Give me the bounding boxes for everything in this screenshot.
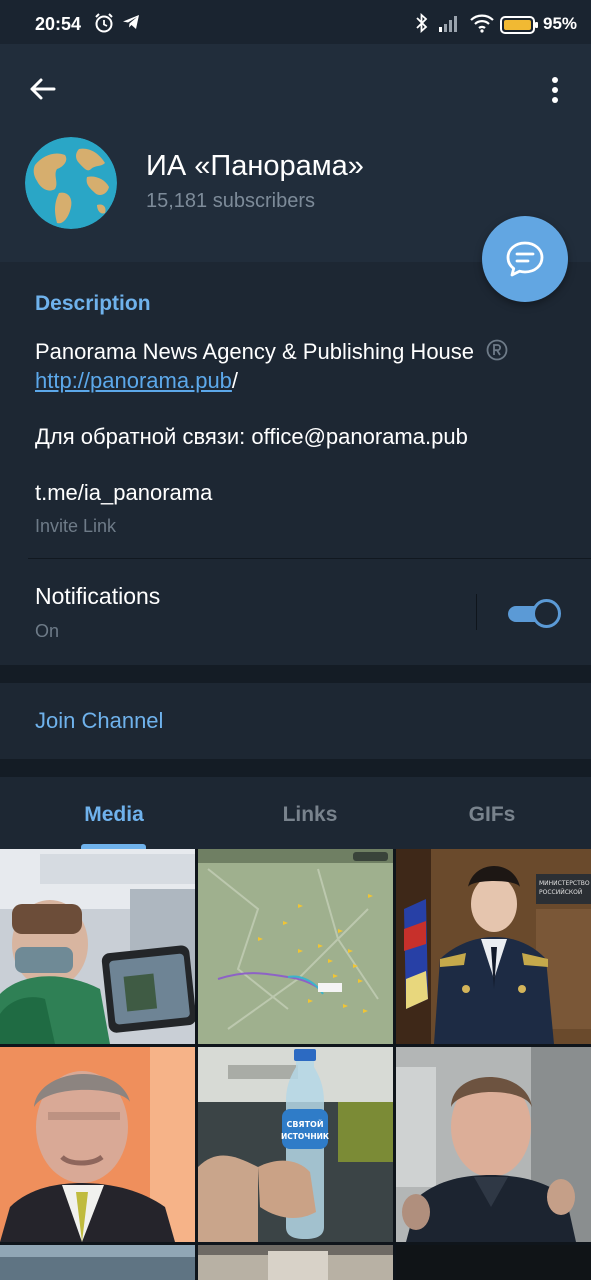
description-heading: Description <box>35 292 151 315</box>
media-thumbnail[interactable] <box>198 1245 393 1280</box>
description-link-line: http://panorama.pub/ <box>35 368 238 394</box>
notifications-status: On <box>35 621 60 641</box>
battery-icon <box>500 15 540 40</box>
ministry-sign-line1: МИНИСТЕРСТВО <box>539 880 590 887</box>
telegram-icon <box>121 12 141 37</box>
media-thumbnail[interactable] <box>0 1245 195 1280</box>
wifi-icon <box>469 12 495 39</box>
media-thumbnail[interactable] <box>0 849 195 1044</box>
photo-police-spokeswoman: МИНИСТЕРСТВО РОССИЙСКОЙ <box>396 849 591 1044</box>
shared-media-tabs: Media Links GIFs <box>0 777 591 849</box>
subscriber-count: 15,181 subscribers <box>146 190 315 212</box>
photo-partial-row-3 <box>396 1245 591 1280</box>
back-button[interactable] <box>22 72 62 106</box>
more-options-button[interactable] <box>540 70 570 110</box>
ministry-sign-line2: РОССИЙСКОЙ <box>539 889 582 896</box>
feedback-line: Для обратной связи: office@panorama.pub <box>35 424 468 450</box>
chat-bubble-icon <box>506 241 544 277</box>
photo-water-bottle-svyatoy-istochnik: СВЯТОЙ ИСТОЧНИК <box>198 1047 393 1242</box>
notifications-separator <box>476 594 477 630</box>
media-thumbnail[interactable] <box>198 849 393 1044</box>
bottle-label-line2: ИСТОЧНИК <box>281 1132 330 1141</box>
photo-kremlin-spokesman <box>0 1047 195 1242</box>
globe-icon <box>25 137 117 229</box>
section-gap <box>0 759 591 777</box>
battery-percent: 95% <box>543 14 578 33</box>
description-line1: Panorama News Agency & Publishing House <box>35 339 475 364</box>
status-time: 20:54 <box>35 14 82 34</box>
photo-man-on-plane <box>0 849 195 1044</box>
invite-link[interactable]: t.me/ia_panorama <box>35 480 212 506</box>
alarm-icon <box>93 12 115 39</box>
media-thumbnail[interactable] <box>0 1047 195 1242</box>
toggle-knob <box>532 599 561 628</box>
website-link[interactable]: http://panorama.pub <box>35 368 232 393</box>
description-text: Panorama News Agency & Publishing House <box>35 339 508 367</box>
channel-avatar[interactable] <box>25 137 117 229</box>
media-thumbnail[interactable] <box>396 1047 591 1242</box>
media-thumbnail[interactable]: СВЯТОЙ ИСТОЧНИК <box>198 1047 393 1242</box>
photo-flight-tracker-map <box>198 849 393 1044</box>
photo-man-in-crowd <box>396 1047 591 1242</box>
more-vertical-icon <box>552 77 558 103</box>
join-channel-label: Join Channel <box>35 708 164 733</box>
feedback-text[interactable]: Для обратной связи: office@panorama.pub <box>35 424 468 449</box>
website-link-suffix: / <box>231 368 239 393</box>
signal-icon <box>438 12 462 39</box>
notifications-label[interactable]: Notifications <box>35 583 160 610</box>
invite-link-label: Invite Link <box>35 516 117 536</box>
bluetooth-icon <box>414 12 430 39</box>
channel-title: ИА «Панорама» <box>146 150 364 182</box>
registered-mark-icon <box>486 339 508 367</box>
tab-media[interactable]: Media <box>54 803 174 827</box>
media-thumbnail[interactable]: МИНИСТЕРСТВО РОССИЙСКОЙ <box>396 849 591 1044</box>
section-divider <box>28 558 591 559</box>
bottle-label-line1: СВЯТОЙ <box>286 1118 323 1129</box>
tab-gifs[interactable]: GIFs <box>432 803 552 827</box>
media-grid: МИНИСТЕРСТВО РОССИЙСКОЙ СВЯТОЙ ИСТОЧНИК <box>0 849 591 1280</box>
section-gap <box>0 665 591 683</box>
discussion-button[interactable] <box>482 216 568 302</box>
tab-links[interactable]: Links <box>250 803 370 827</box>
notifications-toggle[interactable] <box>508 599 561 628</box>
channel-info-section: Description Panorama News Agency & Publi… <box>0 262 591 665</box>
join-channel-button[interactable]: Join Channel <box>0 683 591 759</box>
photo-partial-row-1 <box>0 1245 195 1280</box>
media-thumbnail[interactable] <box>396 1245 591 1280</box>
status-bar: 20:54 95% <box>0 0 591 44</box>
photo-partial-row-2 <box>198 1245 393 1280</box>
back-arrow-icon <box>30 78 56 100</box>
